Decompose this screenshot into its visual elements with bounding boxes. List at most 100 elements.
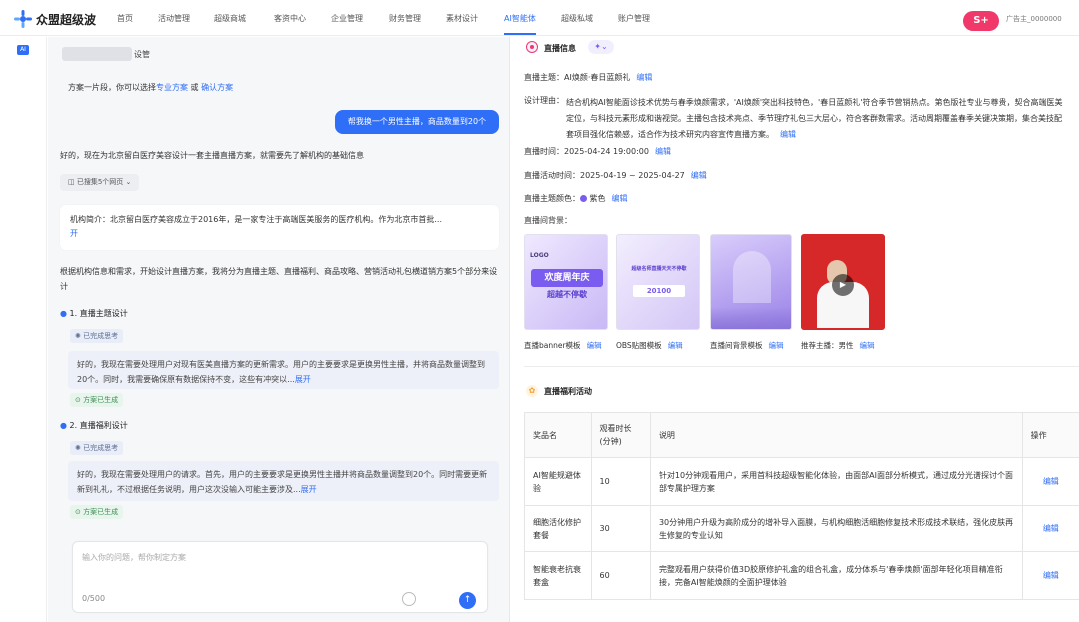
gift-icon: ✿	[526, 385, 538, 397]
chat-header-suffix: 设管	[134, 50, 150, 59]
prize-name: 细胞活化修护套餐	[524, 505, 592, 552]
nav-home[interactable]: 首页	[117, 13, 133, 24]
plan-mid: 或	[190, 83, 199, 92]
host-thumbnail[interactable]: ▶	[801, 234, 885, 330]
left-rail: AI	[0, 37, 47, 622]
ai-sparkle-dropdown[interactable]: ✦⌄	[588, 40, 614, 54]
banner-thumbnail[interactable]: LOGO 欢度周年庆 超越不停歇	[524, 234, 608, 330]
nav-active-indicator	[504, 33, 536, 35]
obs-edit-link[interactable]: 编辑	[668, 341, 683, 350]
background-thumbnail[interactable]	[710, 234, 792, 330]
color-edit-link[interactable]: 编辑	[612, 194, 628, 203]
reason-text: 结合机构AI智能面诊技术优势与春季焕颜需求，'AI焕颜'突出科技特色，'春日蓝颜…	[566, 95, 1066, 143]
nav-private-domain[interactable]: 超级私域	[561, 13, 593, 24]
design-intro: 根据机构信息和需求，开始设计直播方案，我将分为直播主题、直播福利、商品攻略、营销…	[60, 267, 498, 291]
prize-minutes: 10	[590, 457, 651, 506]
arch-shape	[733, 251, 771, 303]
section-1-thinking-tag[interactable]: ✺ 已完成思考	[70, 329, 124, 343]
brand-name: 众盟超级波	[36, 13, 97, 27]
background-edit-link[interactable]: 编辑	[769, 341, 784, 350]
host-caption: 推荐主播：男性 编辑	[801, 340, 875, 351]
col-prize: 奖品名	[524, 412, 592, 458]
prize-name: AI智能规避体验	[524, 457, 592, 506]
col-desc: 说明	[649, 412, 1023, 458]
section-2-expand[interactable]: 展开	[301, 485, 317, 494]
row-edit-link[interactable]: 编辑	[1021, 457, 1079, 506]
user-message-bubble: 帮我换一个男性主播，商品数量到20个	[335, 110, 499, 134]
background-caption: 直播间背景模板 编辑	[710, 340, 784, 351]
time-value: 2025-04-24 19:00:00	[564, 147, 649, 156]
period-label: 直播活动时间：	[524, 171, 580, 180]
col-duration: 观看时长(分钟)	[590, 412, 651, 458]
prize-desc: 完整观看用户获得价值3D胶原修护礼盒的组合礼盒，成分体系与'春季焕颜'面部年轻化…	[649, 551, 1023, 600]
theme-edit-link[interactable]: 编辑	[636, 73, 652, 82]
chat-input-box[interactable]: 输入你的问题，帮你制定方案 0/500 ↑	[72, 541, 488, 613]
check-circle-icon: ●	[60, 421, 67, 430]
obs-thumbnail[interactable]: 超级名师直播天天不停歇 20100	[616, 234, 700, 330]
table-row: 智能衰老抗衰套盒 60 完整观看用户获得价值3D胶原修护礼盒的组合礼盒，成分体系…	[524, 551, 1079, 600]
section-2-title-text: 2. 直播福利设计	[69, 421, 128, 430]
nav-enterprise[interactable]: 企业管理	[331, 13, 363, 24]
nav-account[interactable]: 账户管理	[618, 13, 650, 24]
stop-icon[interactable]	[402, 592, 416, 606]
banner-subline: 超越不停歇	[547, 290, 587, 299]
search-collapse-toggle[interactable]: ◫ 已搜集5个网页 ⌄	[60, 174, 140, 191]
section-2-thinking-tag[interactable]: ✺ 已完成思考	[70, 441, 124, 455]
brain-icon: ✺	[75, 444, 84, 452]
check-circle-icon: ●	[60, 309, 67, 318]
banner-edit-link[interactable]: 编辑	[587, 341, 602, 350]
org-info-expand[interactable]: 开	[70, 229, 78, 238]
nav-leads[interactable]: 客资中心	[274, 13, 306, 24]
section-1-title-text: 1. 直播主题设计	[69, 309, 128, 318]
section-2-done-tag: ⊙ 方案已生成	[70, 505, 124, 519]
top-navigation-bar: 众盟超级波 首页 活动管理 超级商城 客资中心 企业管理 财务管理 素材设计 A…	[0, 0, 1079, 36]
period-value: 2025-04-19 ~ 2025-04-27	[580, 171, 685, 180]
char-counter: 0/500	[82, 594, 106, 603]
host-edit-link[interactable]: 编辑	[860, 341, 875, 350]
theme-label: 直播主题：	[524, 73, 564, 82]
section-1-thinking-text: 好的，我现在需要处理用户对现有医美直播方案的更新需求。用户的主要要求是更换男性主…	[77, 360, 485, 384]
welfare-table: 奖品名 观看时长(分钟) 说明 操作 AI智能规避体验 10 针对10分钟观看用…	[524, 412, 1079, 600]
reason-edit-link[interactable]: 编辑	[780, 130, 796, 139]
section-1-tag-text: 已完成思考	[83, 332, 119, 340]
section-1-expand[interactable]: 展开	[295, 375, 311, 384]
section-1-done-text: 方案已生成	[83, 396, 119, 404]
ai-rail-icon[interactable]: AI	[17, 45, 29, 55]
nav-mall[interactable]: 超级商城	[214, 13, 246, 24]
prize-minutes: 60	[590, 551, 651, 600]
live-info-panel: 直播信息 ✦⌄ 直播主题：AI焕颜·春日蓝颜礼 编辑 设计理由： 结合机构AI智能…	[511, 37, 1079, 622]
play-icon[interactable]: ▶	[832, 274, 854, 296]
row-edit-link[interactable]: 编辑	[1021, 505, 1079, 552]
prize-desc: 针对10分钟观看用户，采用首科技超级智能化体验，由面部AI面部分析模式，通过成分…	[649, 457, 1023, 506]
nav-finance[interactable]: 财务管理	[389, 13, 421, 24]
time-edit-link[interactable]: 编辑	[655, 147, 671, 156]
org-info-card: 机构简介：北京留白医疗美容成立于2016年，是一家专注于高端医美服务的医疗机构。…	[60, 205, 499, 250]
nav-ai-agent[interactable]: AI智能体	[504, 13, 536, 24]
section-1-title: ● 1. 直播主题设计	[60, 308, 128, 319]
time-row: 直播时间：2025-04-24 19:00:00 编辑	[524, 146, 671, 157]
confirm-plan-link[interactable]: 确认方案	[201, 83, 233, 92]
section-2-thinking-card: 好的，我现在需要处理用户的请求。首先，用户的主要要求是更换男性主播并将商品数量调…	[68, 461, 499, 501]
nav-design[interactable]: 素材设计	[446, 13, 478, 24]
theme-row: 直播主题：AI焕颜·春日蓝颜礼 编辑	[524, 72, 652, 83]
banner-caption: 直播banner模板 编辑	[524, 340, 602, 351]
row-edit-link[interactable]: 编辑	[1021, 551, 1079, 600]
user-name[interactable]: 广告主_0000000	[1006, 14, 1062, 24]
nav-activity[interactable]: 活动管理	[158, 13, 190, 24]
avatar-blurred	[62, 47, 132, 61]
section-1-thinking-card: 好的，我现在需要处理用户对现有医美直播方案的更新需求。用户的主要要求是更换男性主…	[68, 351, 499, 389]
professional-plan-link[interactable]: 专业方案	[156, 83, 188, 92]
host-caption-text: 推荐主播：男性	[801, 341, 854, 350]
web-icon: ◫	[68, 178, 77, 186]
section-1-done-tag: ⊙ 方案已生成	[70, 393, 124, 407]
period-edit-link[interactable]: 编辑	[691, 171, 707, 180]
obs-caption-text: OBS贴图模板	[616, 341, 662, 350]
send-button[interactable]: ↑	[459, 592, 476, 609]
plan-choice-line: 方案一片段，你可以选择专业方案 或 确认方案	[68, 82, 233, 93]
membership-badge[interactable]: S+	[963, 11, 999, 31]
banner-headline: 欢度周年庆	[531, 269, 603, 287]
plan-prefix: 方案一片段，你可以选择	[68, 83, 156, 92]
table-row: 细胞活化修护套餐 30 30分钟用户升级为高阶成分的增补导入面膜，与机构细胞活细…	[524, 505, 1079, 552]
obs-headline: 超级名师直播天天不停歇	[631, 266, 687, 272]
chat-input-placeholder[interactable]: 输入你的问题，帮你制定方案	[82, 552, 186, 563]
